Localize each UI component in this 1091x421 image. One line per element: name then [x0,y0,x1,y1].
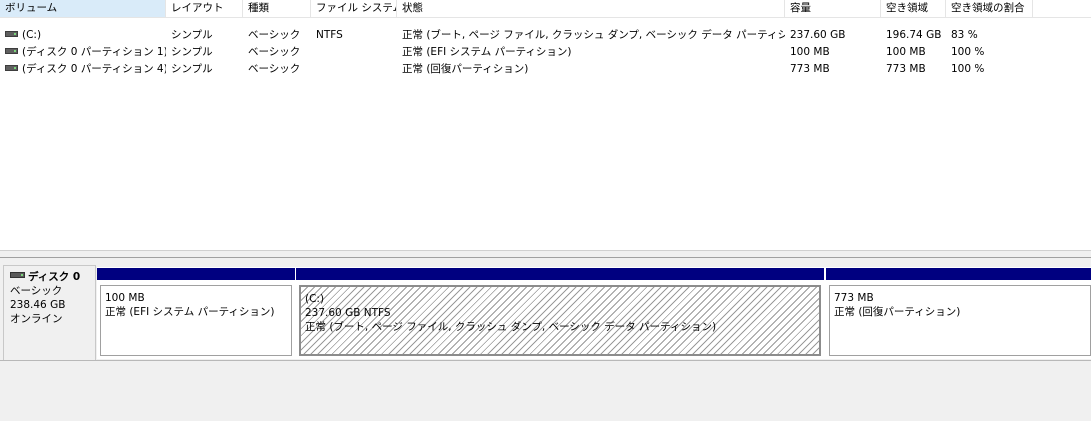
volume-type: ベーシック [248,29,301,41]
volume-type: ベーシック [248,63,301,75]
column-header-type[interactable]: 種類 [243,0,311,17]
column-header-free-percent[interactable]: 空き領域の割合 [946,0,1033,17]
partition-title: (C:) [305,293,325,305]
partition-size: 100 MB [105,292,145,304]
partition-recovery[interactable]: 773 MB 正常 (回復パーティション) [826,267,1091,359]
drive-icon [5,48,18,54]
partition-size: 773 MB [834,292,874,304]
volume-name: (ディスク 0 パーティション 4) [22,63,166,75]
volume-free-percent: 83 % [951,29,978,41]
volume-type: ベーシック [248,46,301,58]
disk-map-pane: ディスク 0 ベーシック 238.46 GB オンライン 100 MB 正常 (… [0,258,1091,421]
volume-row-partition-4[interactable]: (ディスク 0 パーティション 4) シンプル ベーシック 正常 (回復パーティ… [0,61,1091,78]
disk-name: ディスク 0 [28,271,81,283]
volume-row-partition-1[interactable]: (ディスク 0 パーティション 1) シンプル ベーシック 正常 (EFI シス… [0,44,1091,61]
volume-free-space: 100 MB [886,46,926,58]
column-header-volume[interactable]: ボリューム [0,0,166,17]
partition-c[interactable]: (C:) 237.60 GB NTFS 正常 (ブート, ページ ファイル, ク… [296,267,824,359]
volume-status: 正常 (ブート, ページ ファイル, クラッシュ ダンプ, ベーシック データ … [402,29,785,41]
partition-header-bar [826,268,1091,280]
partition-status: 正常 (EFI システム パーティション) [105,306,275,318]
column-header-filesystem[interactable]: ファイル システム [311,0,397,17]
volume-name: (ディスク 0 パーティション 1) [22,46,166,58]
column-header-capacity[interactable]: 容量 [785,0,881,17]
volume-capacity: 773 MB [790,63,830,75]
volume-capacity: 237.60 GB [790,29,846,41]
column-header-free-space[interactable]: 空き領域 [881,0,946,17]
volume-status: 正常 (回復パーティション) [402,63,529,75]
volume-capacity: 100 MB [790,46,830,58]
column-header-layout[interactable]: レイアウト [166,0,243,17]
volume-filesystem [311,61,397,78]
volume-free-percent: 100 % [951,46,985,58]
disk-map-divider [0,360,1091,361]
volume-filesystem [311,44,397,61]
disk-0-partitions: 100 MB 正常 (EFI システム パーティション) (C:) 237.60… [97,267,1091,359]
volume-row-c[interactable]: (C:) シンプル ベーシック NTFS 正常 (ブート, ページ ファイル, … [0,27,1091,44]
volume-layout: シンプル [171,63,213,75]
partition-body: 773 MB 正常 (回復パーティション) [829,285,1091,356]
volume-layout: シンプル [171,46,213,58]
disk-0-label[interactable]: ディスク 0 ベーシック 238.46 GB オンライン [3,265,96,361]
volume-list[interactable]: ボリューム レイアウト 種類 ファイル システム 状態 容量 空き領域 空き領域… [0,0,1091,250]
volume-status: 正常 (EFI システム パーティション) [402,46,572,58]
column-header-status[interactable]: 状態 [397,0,785,17]
volume-list-header: ボリューム レイアウト 種類 ファイル システム 状態 容量 空き領域 空き領域… [0,0,1091,18]
pane-splitter[interactable] [0,250,1091,258]
drive-icon [5,65,18,71]
partition-status: 正常 (回復パーティション) [834,306,961,318]
drive-icon [5,31,18,37]
partition-header-bar [296,268,824,280]
partition-size: 237.60 GB NTFS [305,307,391,319]
volume-filesystem: NTFS [316,29,343,41]
partition-status: 正常 (ブート, ページ ファイル, クラッシュ ダンプ, ベーシック データ … [305,321,717,333]
partition-efi[interactable]: 100 MB 正常 (EFI システム パーティション) [97,267,295,359]
partition-body: 100 MB 正常 (EFI システム パーティション) [100,285,292,356]
disk-type: ベーシック [10,285,63,297]
volume-layout: シンプル [171,29,213,41]
volume-free-space: 196.74 GB [886,29,942,41]
volume-free-percent: 100 % [951,63,985,75]
partition-body-selected: (C:) 237.60 GB NTFS 正常 (ブート, ページ ファイル, ク… [299,285,821,356]
disk-state: オンライン [10,313,63,325]
disk-icon [10,272,25,278]
partition-header-bar [97,268,295,280]
volume-free-space: 773 MB [886,63,926,75]
disk-size: 238.46 GB [10,299,66,311]
volume-name: (C:) [22,29,42,41]
